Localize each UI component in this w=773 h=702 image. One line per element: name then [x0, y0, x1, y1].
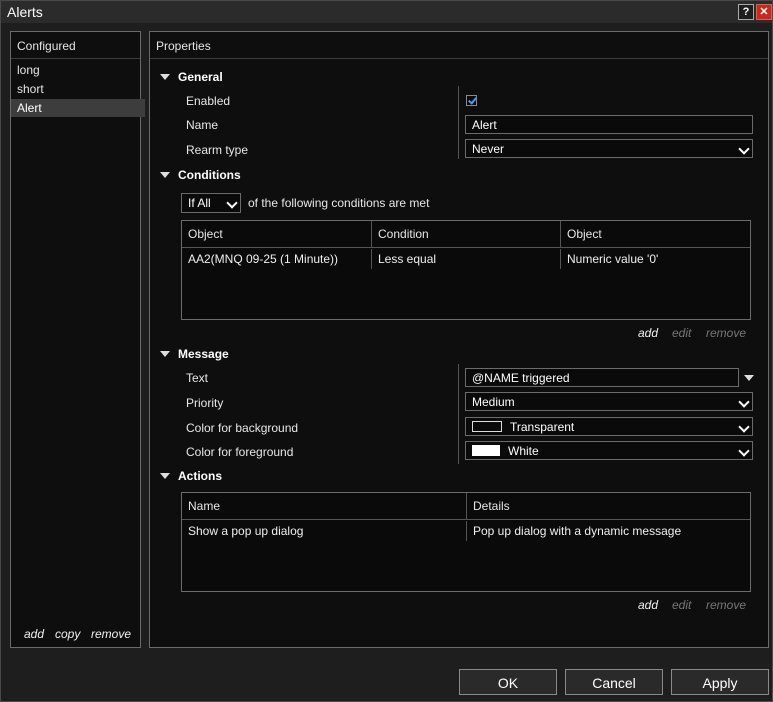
properties-panel: Properties General Enabled Name Alert Re…	[149, 31, 769, 648]
section-conditions[interactable]: Conditions	[160, 168, 241, 182]
condition-mode-value: If All	[188, 196, 211, 210]
triangle-down-icon	[160, 350, 170, 357]
conditions-col-object-2[interactable]: Object	[561, 221, 750, 248]
white-swatch	[472, 445, 500, 457]
actions-col-details[interactable]: Details	[467, 493, 750, 520]
message-text-field[interactable]: @NAME triggered	[465, 368, 739, 387]
window-title: Alerts	[7, 4, 43, 20]
configured-panel: Configured long short Alert add copy rem…	[10, 31, 145, 648]
property-divider[interactable]	[458, 364, 459, 464]
conditions-col-condition[interactable]: Condition	[372, 221, 561, 248]
configured-copy-link[interactable]: copy	[55, 627, 80, 641]
name-label: Name	[186, 118, 219, 132]
name-field[interactable]: Alert	[465, 115, 753, 134]
conditions-col-object[interactable]: Object	[182, 221, 372, 248]
chevron-down-icon	[226, 197, 238, 209]
bg-color-label: Color for background	[186, 421, 299, 435]
text-label: Text	[186, 371, 209, 385]
rearm-type-label: Rearm type	[186, 143, 249, 157]
close-icon[interactable]: ✕	[756, 4, 772, 20]
properties-header: Properties	[150, 32, 768, 59]
list-item-short[interactable]: short	[11, 80, 145, 98]
actions-table: Name Details Show a pop up dialog Pop up…	[181, 492, 751, 592]
conditions-row-condition[interactable]: Less equal	[372, 249, 561, 269]
apply-button[interactable]: Apply	[671, 669, 769, 695]
triangle-down-icon	[160, 171, 170, 178]
section-actions[interactable]: Actions	[160, 469, 222, 483]
conditions-row-value[interactable]: Numeric value '0'	[561, 249, 750, 269]
conditions-table: Object Condition Object AA2(MNQ 09-25 (1…	[181, 220, 751, 320]
priority-select[interactable]: Medium	[465, 392, 753, 411]
cancel-button[interactable]: Cancel	[565, 669, 663, 695]
ok-button[interactable]: OK	[459, 669, 557, 695]
chevron-down-icon	[738, 396, 750, 408]
title-bar: Alerts ? ✕	[1, 1, 772, 23]
bg-color-select[interactable]: Transparent	[465, 417, 753, 436]
fg-color-select[interactable]: White	[465, 441, 753, 460]
properties-title: Properties	[156, 39, 211, 53]
condition-mode-suffix: of the following conditions are met	[248, 196, 430, 210]
configured-remove-link[interactable]: remove	[91, 627, 131, 641]
fg-color-label: Color for foreground	[186, 445, 294, 459]
actions-edit-link[interactable]: edit	[672, 598, 691, 612]
list-item-alert[interactable]: Alert	[11, 99, 145, 117]
priority-label: Priority	[186, 396, 224, 410]
configured-header: Configured	[11, 32, 140, 59]
conditions-row-object[interactable]: AA2(MNQ 09-25 (1 Minute))	[182, 249, 372, 269]
enabled-checkbox[interactable]	[466, 95, 477, 106]
text-dropdown-icon[interactable]	[744, 375, 754, 381]
actions-remove-link[interactable]: remove	[706, 598, 746, 612]
enabled-label: Enabled	[186, 94, 231, 108]
rearm-type-value: Never	[472, 142, 505, 156]
bg-color-value: Transparent	[510, 420, 575, 434]
actions-row-name[interactable]: Show a pop up dialog	[182, 521, 467, 541]
section-general[interactable]: General	[160, 70, 223, 84]
conditions-edit-link[interactable]: edit	[672, 326, 691, 340]
chevron-down-icon	[738, 445, 750, 457]
configured-add-link[interactable]: add	[24, 627, 44, 641]
actions-row-details[interactable]: Pop up dialog with a dynamic message	[467, 521, 750, 541]
configured-title: Configured	[17, 39, 76, 53]
chevron-down-icon	[738, 421, 750, 433]
help-icon[interactable]: ?	[738, 4, 754, 20]
triangle-down-icon	[160, 73, 170, 80]
condition-mode-select[interactable]: If All	[181, 193, 241, 213]
list-item-long[interactable]: long	[11, 61, 145, 79]
alerts-window: Alerts ? ✕ Configured long short Alert a…	[0, 0, 773, 702]
chevron-down-icon	[738, 143, 750, 155]
conditions-remove-link[interactable]: remove	[706, 326, 746, 340]
actions-col-name[interactable]: Name	[182, 493, 467, 520]
transparent-swatch	[472, 421, 502, 433]
rearm-type-select[interactable]: Never	[465, 139, 753, 158]
conditions-add-link[interactable]: add	[638, 326, 658, 340]
property-divider[interactable]	[458, 86, 459, 159]
priority-value: Medium	[472, 395, 515, 409]
section-message[interactable]: Message	[160, 347, 229, 361]
triangle-down-icon	[160, 472, 170, 479]
actions-add-link[interactable]: add	[638, 598, 658, 612]
fg-color-value: White	[508, 444, 539, 458]
